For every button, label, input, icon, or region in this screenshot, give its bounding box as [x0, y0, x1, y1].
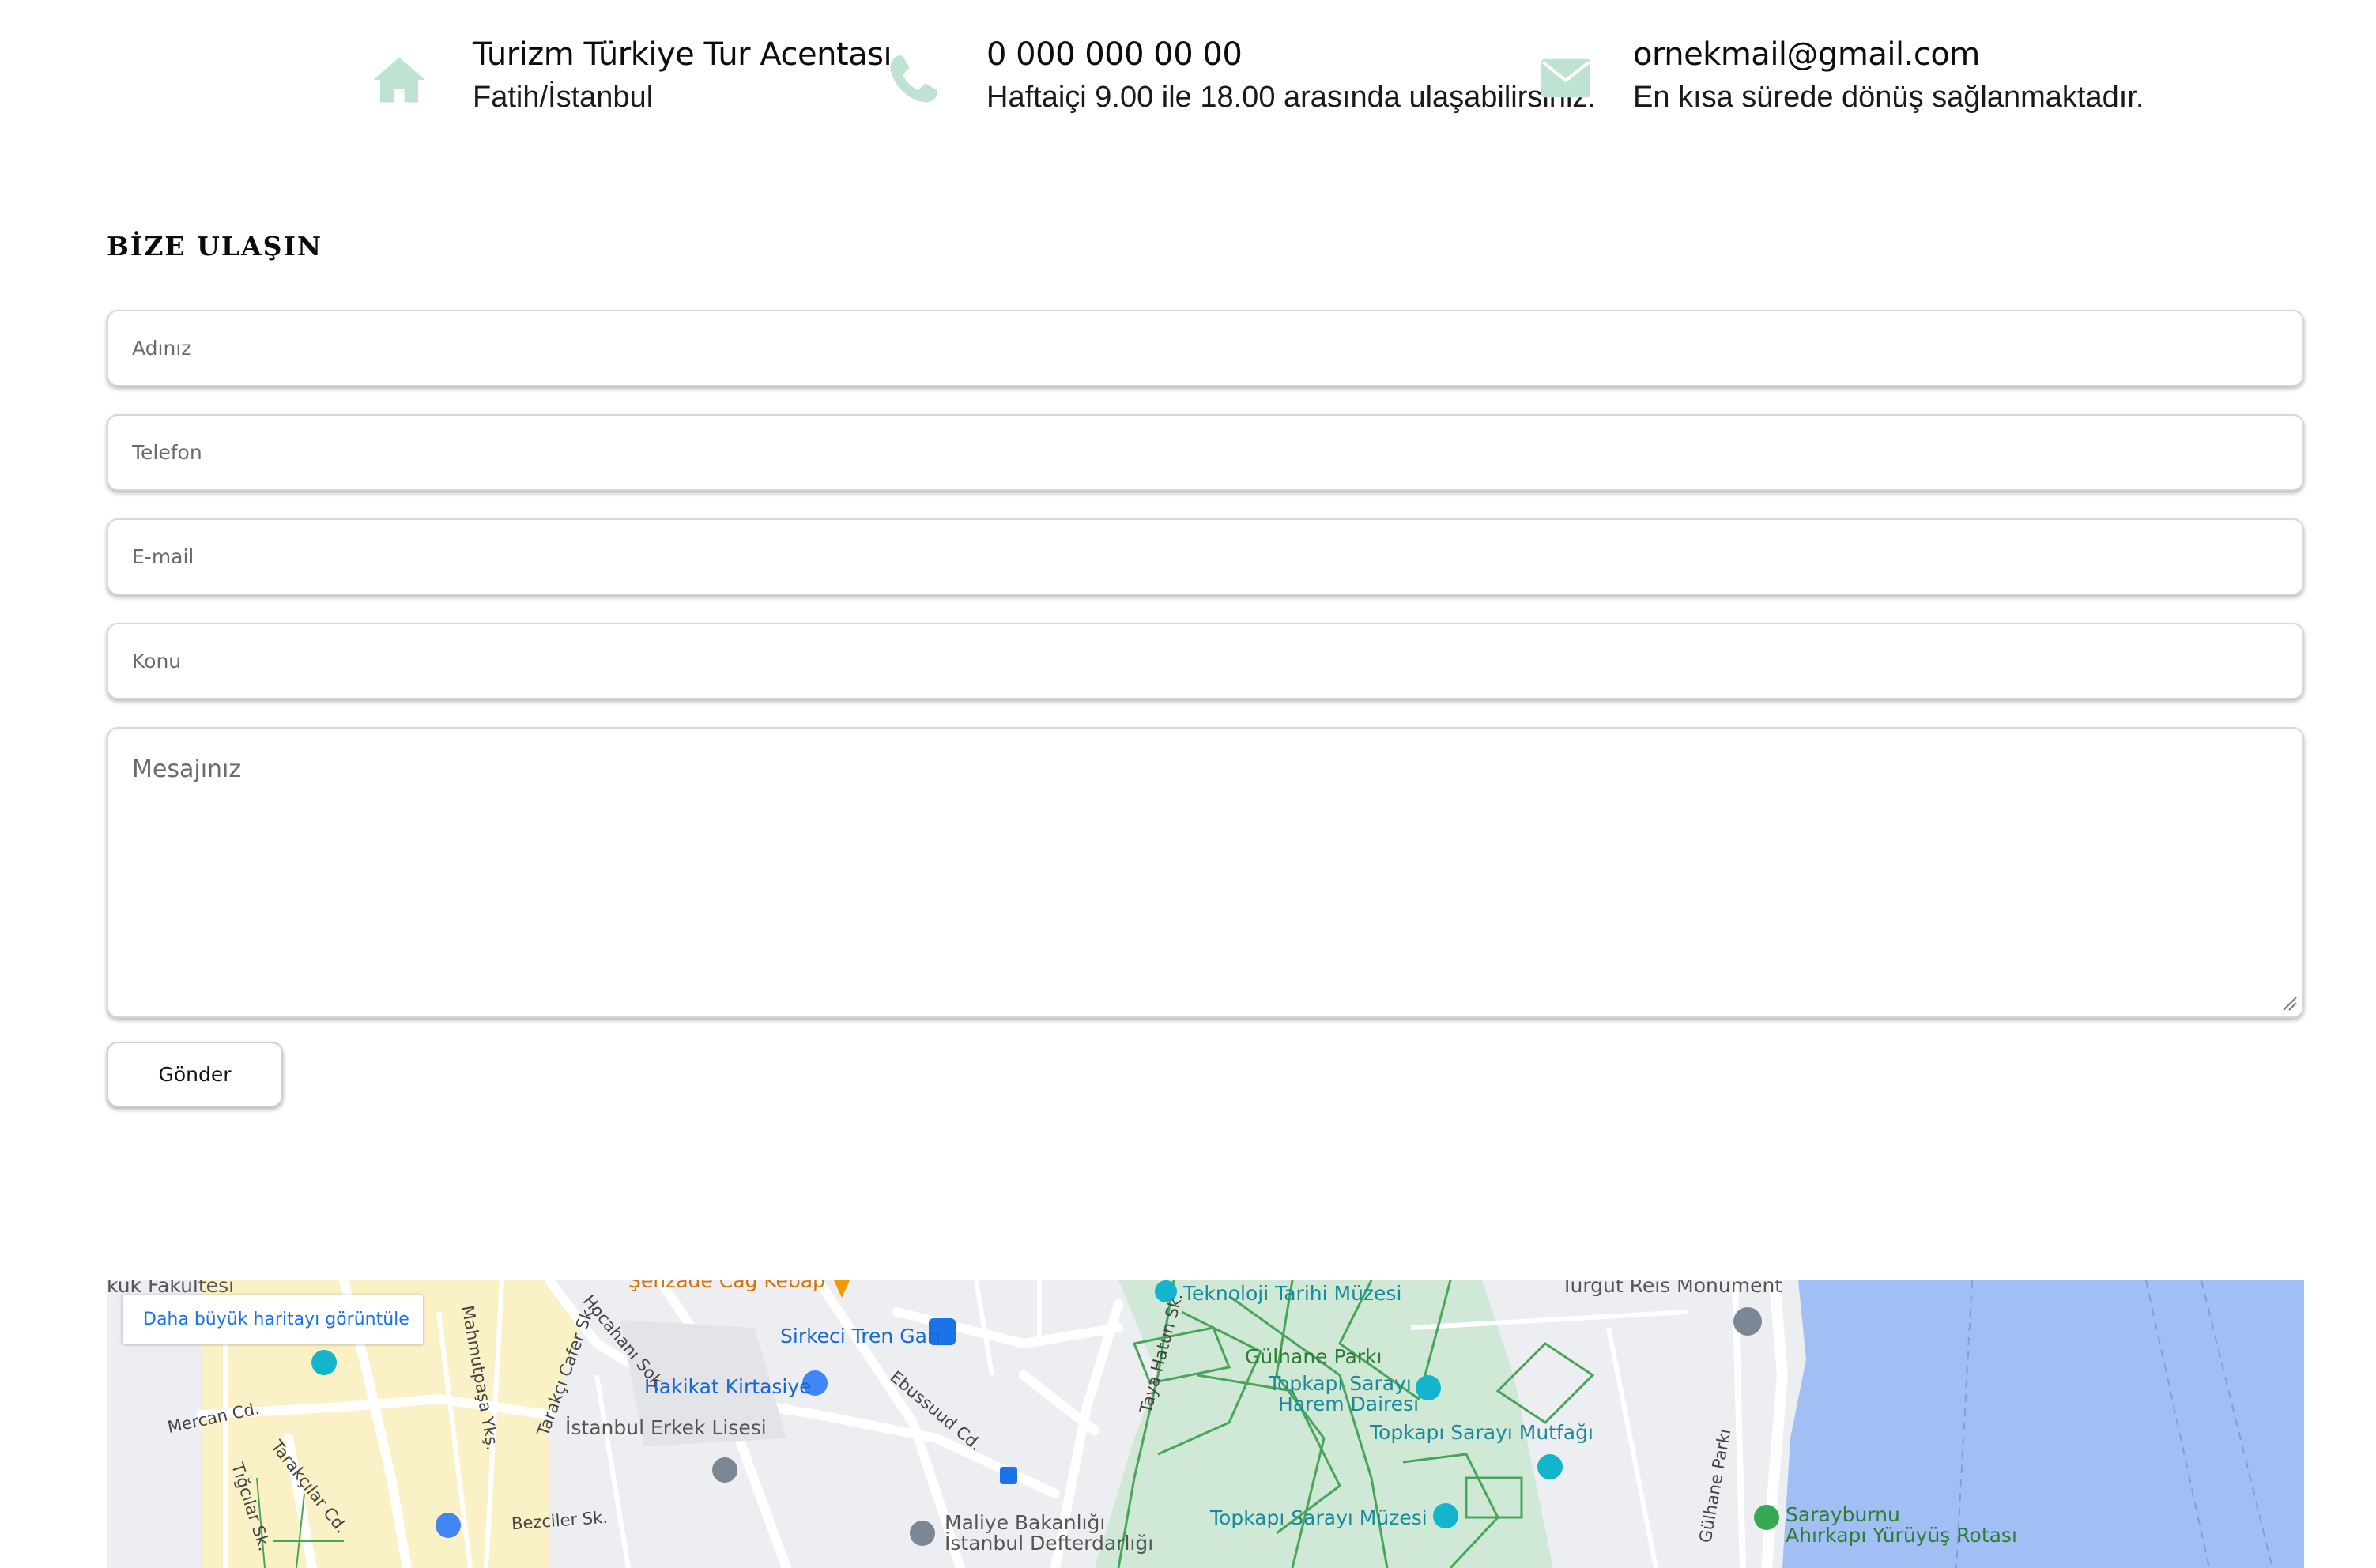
poi-label: Topkapı Sarayı — [1269, 1372, 1412, 1395]
name-placeholder: Adınız — [132, 337, 192, 360]
address-subtitle: Fatih/İstanbul — [473, 81, 654, 114]
phone-title: 0 000 000 00 00 — [986, 36, 1243, 73]
message-textarea[interactable]: Mesajınız — [107, 727, 2304, 1018]
poi-label: İstanbul Defterdarlığı — [945, 1532, 1154, 1555]
address-title: Turizm Türkiye Tur Acentası — [473, 36, 892, 73]
camera-marker-icon[interactable] — [311, 1350, 337, 1375]
poi-label: Topkapı Sarayı Müzesi — [1210, 1506, 1427, 1529]
poi-label: Teknoloji Tarihi Müzesi — [1183, 1282, 1402, 1305]
poi-label: kuk Fakültesi — [107, 1280, 235, 1297]
poi-label: Şehzade Cağ Kebap — [628, 1280, 825, 1292]
envelope-icon — [1541, 58, 1590, 98]
message-placeholder: Mesajınız — [132, 756, 242, 783]
form-title: BİZE ULAŞIN — [107, 231, 323, 262]
transit-marker-icon[interactable] — [1000, 1467, 1017, 1484]
submit-button[interactable]: Gönder — [107, 1042, 283, 1107]
poi-label: Topkapı Sarayı Mutfağı — [1370, 1421, 1593, 1444]
contact-info-row: Turizm Türkiye Tur Acentası Fatih/İstanb… — [0, 32, 2376, 134]
phone-subtitle: Haftaiçi 9.00 ile 18.00 arasında ulaşabi… — [986, 81, 1596, 114]
palace-marker-icon[interactable] — [1416, 1375, 1441, 1400]
poi-label: Maliye Bakanlığı — [945, 1511, 1106, 1534]
government-marker-icon[interactable] — [910, 1521, 935, 1546]
poi-label: Turgut Reis Monument — [1561, 1280, 1783, 1297]
hiking-marker-icon[interactable] — [1754, 1505, 1779, 1530]
poi-label: İstanbul Erkek Lisesi — [565, 1416, 767, 1439]
name-input[interactable]: Adınız — [107, 310, 2304, 386]
kitchen-marker-icon[interactable] — [1537, 1454, 1563, 1479]
resize-handle-icon[interactable] — [2280, 994, 2298, 1012]
poi-label: Harem Dairesi — [1278, 1393, 1420, 1415]
museum-marker-icon-2[interactable] — [1433, 1503, 1458, 1528]
poi-label: Ahırkapı Yürüyüş Rotası — [1786, 1524, 2017, 1547]
phone-placeholder: Telefon — [132, 441, 202, 464]
shopping-marker-icon[interactable] — [436, 1513, 461, 1538]
email-title[interactable]: ornekmail@gmail.com — [1633, 36, 1980, 73]
monument-marker-icon[interactable] — [1733, 1307, 1762, 1336]
phone-input[interactable]: Telefon — [107, 414, 2304, 491]
map-embed[interactable]: Daha büyük haritayı görüntüle kuk Fakült… — [107, 1280, 2304, 1568]
poi-label: Gülhane Parkı — [1245, 1345, 1382, 1368]
school-marker-icon[interactable] — [712, 1457, 737, 1483]
phone-icon — [890, 55, 937, 103]
subject-input[interactable]: Konu — [107, 623, 2304, 699]
subject-placeholder: Konu — [132, 650, 182, 673]
poi-label: Sirkeci Tren Garı — [780, 1325, 941, 1348]
poi-label: Sarayburnu — [1786, 1503, 1900, 1526]
larger-map-link[interactable]: Daha büyük haritayı görüntüle — [143, 1310, 409, 1329]
email-subtitle: En kısa sürede dönüş sağlanmaktadır. — [1633, 81, 2144, 114]
home-icon — [373, 57, 425, 103]
email-placeholder: E-mail — [132, 545, 194, 568]
larger-map-box[interactable]: Daha büyük haritayı görüntüle — [123, 1295, 423, 1344]
poi-label: Hakikat Kirtasiye — [644, 1375, 812, 1398]
email-input[interactable]: E-mail — [107, 518, 2304, 595]
